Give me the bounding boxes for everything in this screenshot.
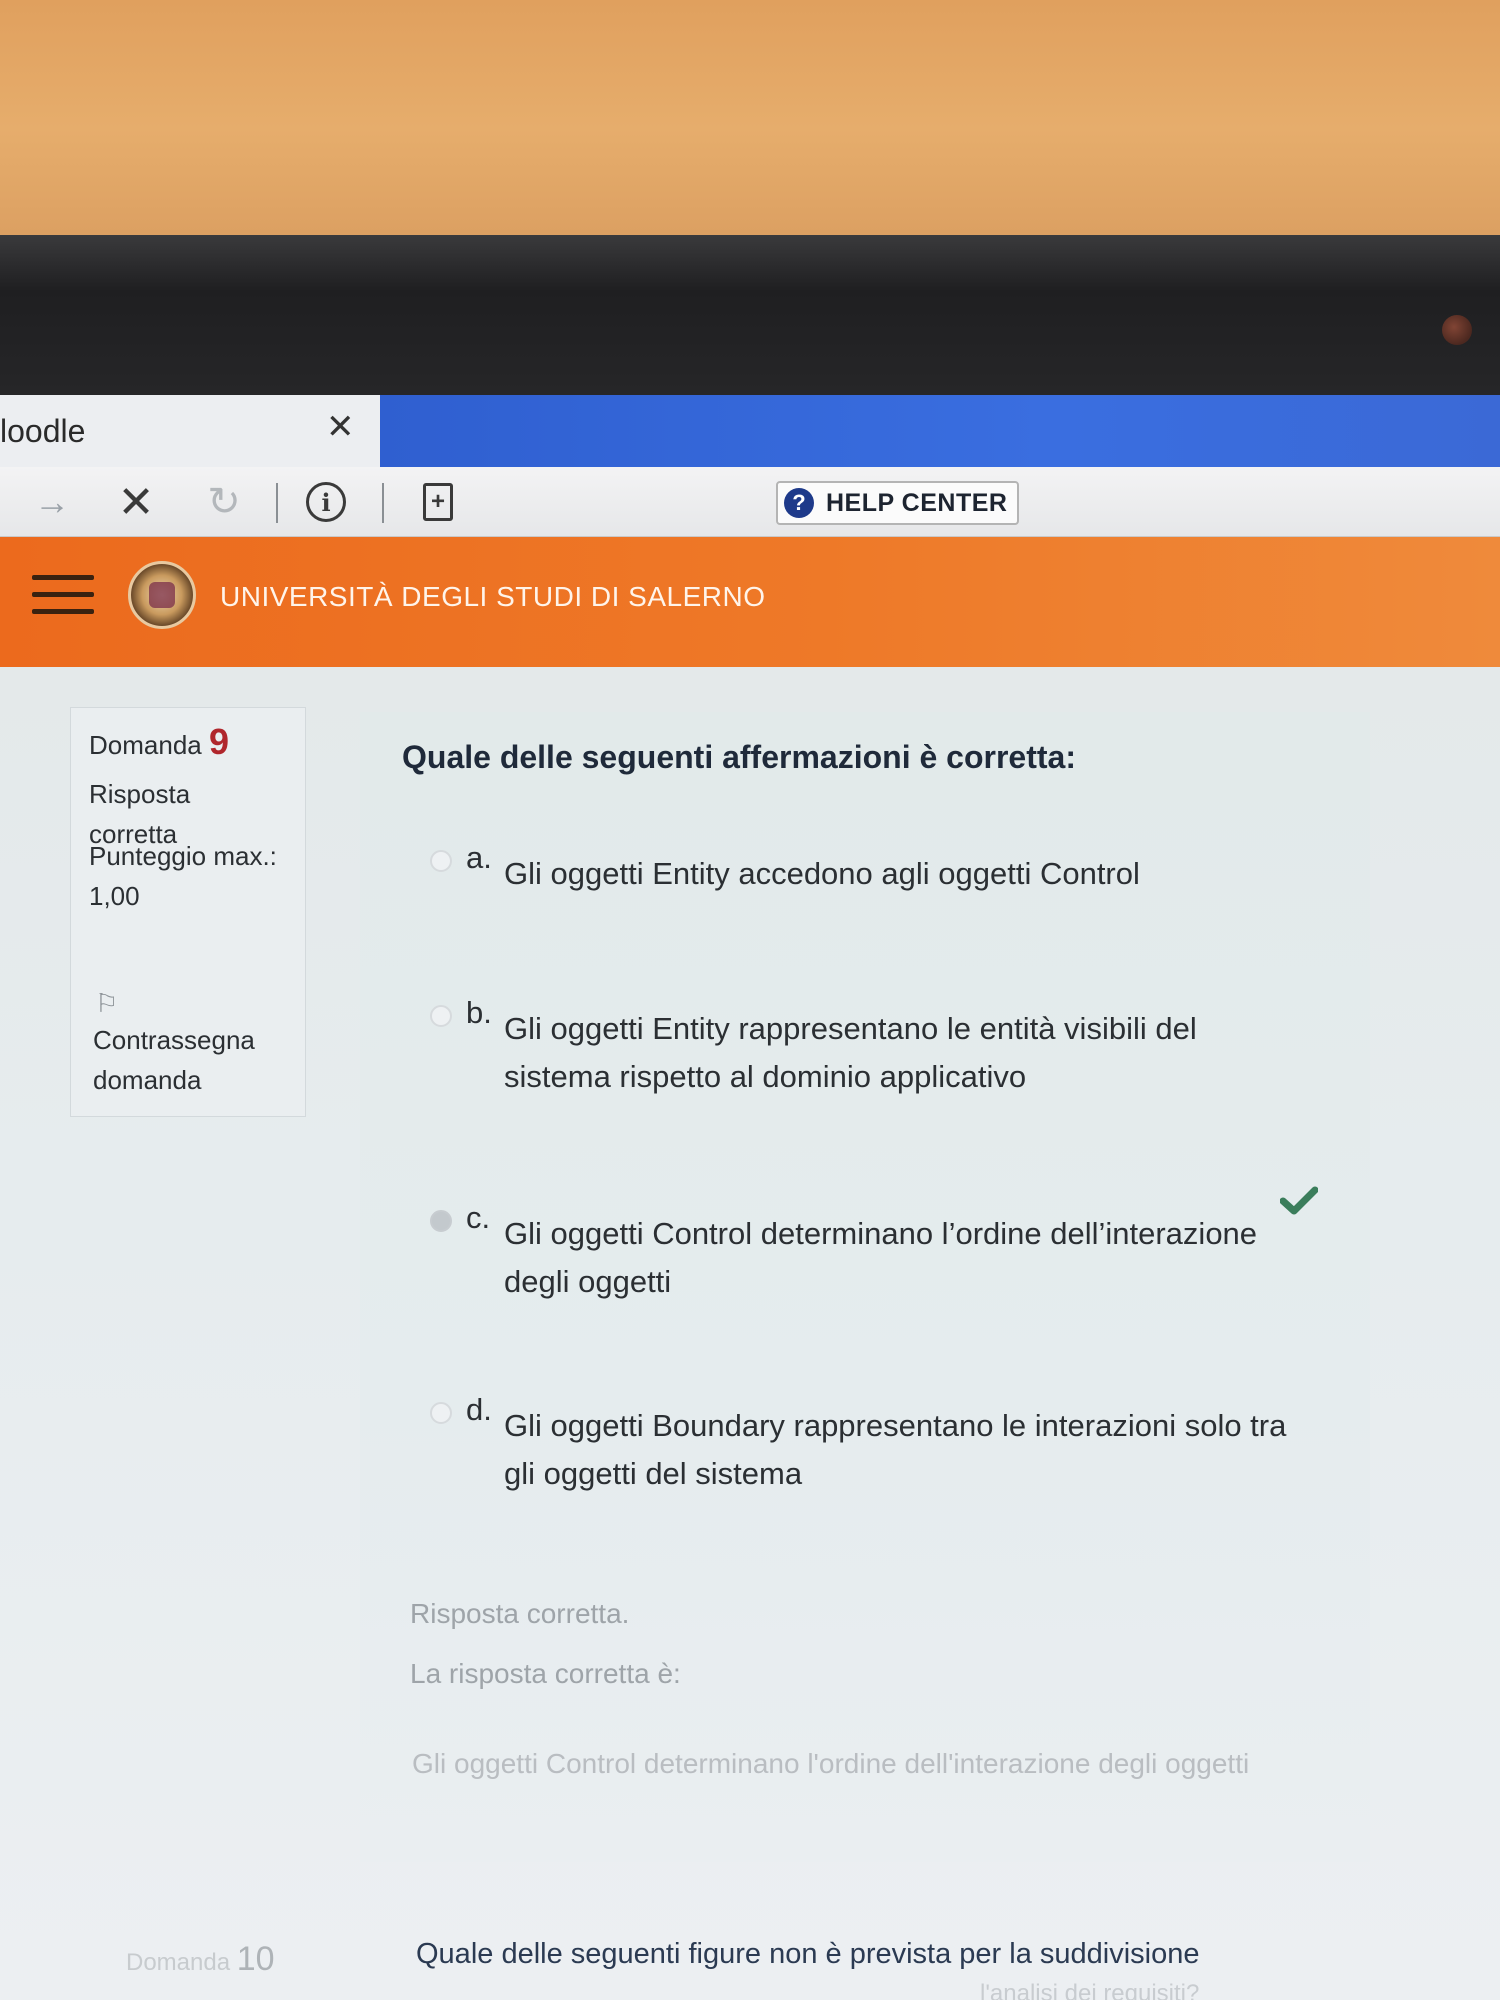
toolbar-divider	[382, 483, 384, 523]
answer-text: Gli oggetti Entity accedono agli oggetti…	[504, 856, 1140, 891]
answer-radio[interactable]	[430, 850, 452, 872]
question-text: Quale delle seguenti affermazioni è corr…	[402, 739, 1076, 775]
answer-text: Gli oggetti Entity rappresentano le enti…	[504, 1011, 1197, 1094]
new-page-icon[interactable]: +	[414, 477, 462, 527]
stop-icon[interactable]: ✕	[112, 477, 160, 527]
question-number: Domanda 9	[89, 722, 229, 765]
checkmark-icon	[1280, 1186, 1318, 1215]
webcam-light	[1442, 315, 1472, 345]
desk-background	[0, 0, 1500, 235]
info-icon[interactable]: i	[302, 477, 350, 527]
question-number-value: 9	[208, 721, 229, 762]
toolbar-divider	[276, 483, 278, 523]
tab-title: loodle	[0, 413, 86, 449]
help-icon: ?	[784, 488, 814, 518]
university-logo[interactable]	[128, 561, 196, 629]
answer-letter: c.	[466, 1200, 491, 1235]
question-label: Domanda	[89, 730, 202, 760]
answer-letter: a.	[466, 840, 492, 875]
tab-strip-background	[380, 395, 1500, 467]
browser-toolbar: → ✕ ↻ i + ? HELP CENTER	[0, 467, 1500, 537]
correct-answer-text: Gli oggetti Control determinano l'ordine…	[412, 1748, 1250, 1779]
question-info-box: Domanda 9 Risposta corretta Punteggio ma…	[70, 707, 306, 1117]
flag-question-link[interactable]: Contrassegna domanda	[93, 1020, 283, 1100]
help-center-button[interactable]: ? HELP CENTER	[776, 481, 1020, 525]
forward-icon[interactable]: →	[28, 477, 76, 527]
flag-icon[interactable]: ⚐	[95, 988, 118, 1019]
correct-answer-label: La risposta corretta è:	[410, 1658, 681, 1689]
next-question-partial-text: l'analisi dei requisiti?	[980, 1980, 1200, 2000]
monitor-bezel	[0, 235, 1500, 395]
feedback-result: Risposta corretta.	[410, 1598, 630, 1629]
reload-icon[interactable]: ↻	[200, 477, 248, 527]
answer-text: Gli oggetti Control determinano l’ordine…	[504, 1216, 1258, 1299]
tab-close-icon[interactable]: ✕	[326, 407, 355, 447]
answer-radio-selected[interactable]	[430, 1210, 452, 1232]
help-center-label: HELP CENTER	[826, 488, 1008, 517]
university-name[interactable]: UNIVERSITÀ DEGLI STUDI DI SALERNO	[220, 581, 766, 613]
browser-tab-bar: loodle ✕	[0, 395, 1500, 467]
next-question-label: Domanda	[126, 1949, 231, 1976]
next-question-number-value: 10	[236, 1940, 275, 1978]
site-header: UNIVERSITÀ DEGLI STUDI DI SALERNO	[0, 537, 1500, 667]
next-question-text: Quale delle seguenti figure non è previs…	[416, 1938, 1200, 1970]
answer-letter: d.	[466, 1392, 492, 1427]
next-question-number: Domanda 10	[126, 1940, 275, 1979]
question-grade-value: 1,00	[89, 881, 140, 911]
answer-text: Gli oggetti Boundary rappresentano le in…	[504, 1408, 1287, 1491]
answer-letter: b.	[466, 995, 492, 1030]
answer-radio[interactable]	[430, 1005, 452, 1027]
menu-icon[interactable]	[32, 575, 94, 623]
browser-tab[interactable]: loodle ✕	[0, 395, 380, 467]
answer-radio[interactable]	[430, 1402, 452, 1424]
question-grade-label: Punteggio max.:	[89, 841, 277, 871]
